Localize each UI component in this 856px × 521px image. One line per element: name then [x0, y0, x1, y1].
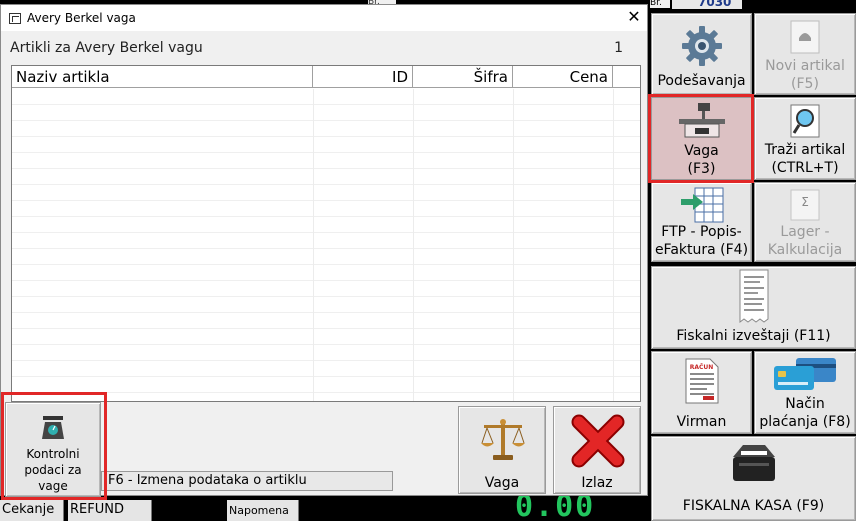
izlaz-button[interactable]: Izlaz [553, 406, 641, 494]
fiskalni-izvestaji-button[interactable]: Fiskalni izveštaji (F11) [651, 266, 856, 349]
close-icon[interactable]: ✕ [625, 7, 643, 27]
lager-label: Lager - [780, 224, 830, 240]
cekanje-tab[interactable]: Cekanje [0, 500, 64, 521]
trazi-artikal-button[interactable]: Traži artikal (CTRL+T) [754, 97, 856, 180]
ftp-efaktura-button[interactable]: FTP - Popis- eFaktura (F4) [651, 182, 752, 262]
spreadsheet-import-icon [680, 187, 723, 223]
kontrolni-label-2: podaci za [24, 463, 82, 477]
nacin-placanja-label-2: plaćanja (F8) [759, 414, 851, 430]
vaga-dialog-label: Vaga [484, 475, 520, 491]
column-header-sifra[interactable]: Šifra [413, 66, 513, 88]
total-display: 0.00 [515, 489, 596, 521]
grid-body[interactable] [12, 89, 640, 401]
kontrolni-podaci-button[interactable]: Kontrolni podaci za vage [5, 402, 101, 497]
articles-grid[interactable]: Naziv artikla ID Šifra Cena [11, 65, 641, 402]
column-header-id[interactable]: ID [313, 66, 413, 88]
avery-berkel-dialog: Avery Berkel vaga ✕ Artikli za Avery Ber… [0, 4, 648, 497]
refund-tab[interactable]: REFUND [68, 500, 152, 521]
status-hint: F6 - Izmena podataka o artiklu [101, 471, 393, 491]
nacin-placanja-label: Način [785, 396, 825, 412]
vaga-shortcut: (F3) [687, 161, 716, 177]
virman-button[interactable]: RAČUN Virman [651, 351, 752, 434]
receipt-printer-icon [732, 445, 775, 481]
column-header-cena[interactable]: Cena [513, 66, 613, 88]
vaga-dialog-button[interactable]: Vaga [458, 406, 546, 494]
new-item-icon [790, 20, 820, 54]
vaga-label: Vaga [684, 143, 719, 159]
search-icon [790, 104, 820, 138]
receipt-number-display: 7030 [672, 0, 742, 9]
fiskalna-kasa-button[interactable]: FISKALNA KASA (F9) [651, 436, 856, 521]
vaga-button[interactable]: Vaga (F3) [651, 97, 752, 180]
window-icon [9, 13, 21, 24]
column-header-naziv[interactable]: Naziv artikla [12, 66, 313, 88]
novi-artikal-shortcut: (F5) [791, 76, 819, 92]
trazi-artikal-shortcut: (CTRL+T) [771, 160, 839, 176]
gear-icon [681, 26, 722, 66]
ftp-label: FTP - Popis- [661, 224, 742, 240]
item-count: 1 [614, 40, 623, 56]
column-header-filler [613, 66, 640, 88]
novi-artikal-button[interactable]: Novi artikal (F5) [754, 13, 856, 95]
kontrolni-label: Kontrolni [26, 447, 80, 461]
izlaz-label: Izlaz [581, 475, 613, 491]
virman-label: Virman [676, 414, 727, 430]
scale-icon [678, 103, 725, 138]
lager-kalkulacija-button[interactable]: Σ Lager - Kalkulacija [754, 182, 856, 262]
grid-header: Naziv artikla ID Šifra Cena [12, 66, 640, 88]
trazi-artikal-label: Traži artikal [764, 142, 846, 158]
sum-symbol: Σ [801, 195, 809, 209]
fiskalni-izvestaji-label: Fiskalni izveštaji (F11) [676, 328, 831, 344]
red-x-icon [571, 414, 625, 468]
novi-artikal-label: Novi artikal [765, 58, 845, 74]
podesavanja-button[interactable]: Podešavanja [651, 13, 752, 95]
invoice-label: RAČUN [689, 364, 714, 371]
receipt-icon [739, 269, 768, 323]
napomena-tab[interactable]: Napomena [227, 500, 299, 521]
list-heading: Artikli za Avery Berkel vagu [10, 40, 203, 56]
kitchen-scale-icon [42, 416, 64, 439]
kontrolni-label-3: vage [38, 479, 68, 493]
fiskalna-kasa-label: FISKALNA KASA (F9) [682, 498, 825, 514]
dialog-titlebar[interactable]: Avery Berkel vaga ✕ [1, 5, 647, 31]
balance-scale-icon [481, 419, 525, 460]
nacin-placanja-button[interactable]: Način plaćanja (F8) [754, 351, 856, 434]
dialog-title: Avery Berkel vaga [27, 11, 136, 25]
podesavanja-label: Podešavanja [657, 73, 746, 89]
lager-label-2: Kalkulacija [767, 242, 843, 258]
credit-cards-icon [774, 358, 836, 390]
ftp-label-2: eFaktura (F4) [654, 242, 749, 258]
receipt-number-label: Br. [650, 0, 670, 8]
